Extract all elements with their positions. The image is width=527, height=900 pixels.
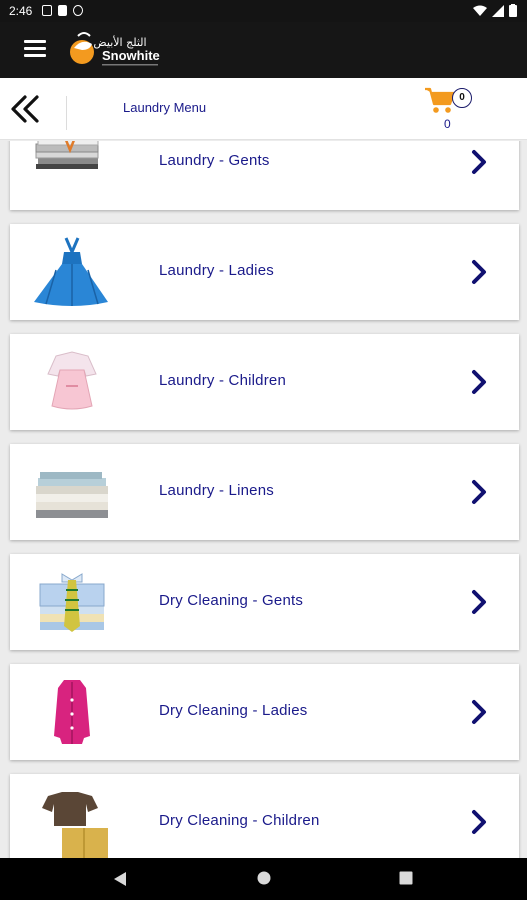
double-chevron-left-icon [11,95,39,123]
kids-clothes-image [26,780,118,858]
menu-item-label: Dry Cleaning - Ladies [159,702,308,719]
nav-home-icon[interactable] [257,871,271,885]
pink-blouse-image [26,670,118,754]
chevron-right-icon [472,700,486,724]
status-bar: 2:46 [0,0,527,22]
header-divider [66,96,67,130]
sub-header: Laundry Menu 0 0 [0,78,527,140]
notification-icon [42,5,52,16]
system-icons [473,4,517,17]
nav-recents-icon[interactable] [399,871,413,885]
menu-item-dry-cleaning-children[interactable]: Dry Cleaning - Children [10,774,519,858]
menu-item-dry-cleaning-gents[interactable]: Dry Cleaning - Gents [10,554,519,650]
menu-item-label: Dry Cleaning - Children [159,812,320,829]
chevron-right-icon [472,370,486,394]
pink-baby-dress-image [26,340,118,424]
menu-item-laundry-ladies[interactable]: Laundry - Ladies [10,224,519,320]
menu-item-label: Laundry - Linens [159,482,274,499]
page-title: Laundry Menu [123,100,207,115]
folded-linens-image [26,450,118,534]
cart-count: 0 [444,117,451,131]
chevron-right-icon [472,260,486,284]
app-bar: الثلج الأبيض Snowhite [0,22,527,78]
status-time: 2:46 [9,4,33,18]
wifi-icon [473,5,487,16]
sd-card-icon [58,5,67,16]
sync-icon [73,5,83,16]
blue-dress-image [26,230,118,314]
chevron-right-icon [472,810,486,834]
chevron-right-icon [472,150,486,174]
snowhite-logo: الثلج الأبيض Snowhite [68,28,168,72]
folded-shirts-image [26,141,118,204]
menu-item-laundry-linens[interactable]: Laundry - Linens [10,444,519,540]
battery-icon [509,4,517,17]
menu-item-laundry-children[interactable]: Laundry - Children [10,334,519,430]
svg-text:الثلج الأبيض: الثلج الأبيض [93,35,146,49]
chevron-right-icon [472,590,486,614]
svg-text:Snowhite: Snowhite [102,48,160,63]
nav-back-icon[interactable] [113,871,127,887]
notification-icons [42,5,83,16]
system-nav-bar [0,858,527,900]
menu-icon[interactable] [24,40,46,58]
menu-item-label: Laundry - Ladies [159,262,274,279]
menu-item-label: Laundry - Children [159,372,286,389]
back-button[interactable] [8,94,44,124]
cart-badge: 0 [452,88,472,108]
menu-item-dry-cleaning-ladies[interactable]: Dry Cleaning - Ladies [10,664,519,760]
menu-list[interactable]: Laundry - Gents Laundry - Ladies Laundry… [0,141,527,858]
cart-button[interactable]: 0 0 [424,83,476,135]
shirts-and-tie-image [26,560,118,644]
signal-icon [492,4,504,17]
menu-item-laundry-gents[interactable]: Laundry - Gents [10,141,519,210]
chevron-right-icon [472,480,486,504]
menu-item-label: Laundry - Gents [159,152,270,169]
cart-icon [425,87,456,113]
menu-item-label: Dry Cleaning - Gents [159,592,304,609]
